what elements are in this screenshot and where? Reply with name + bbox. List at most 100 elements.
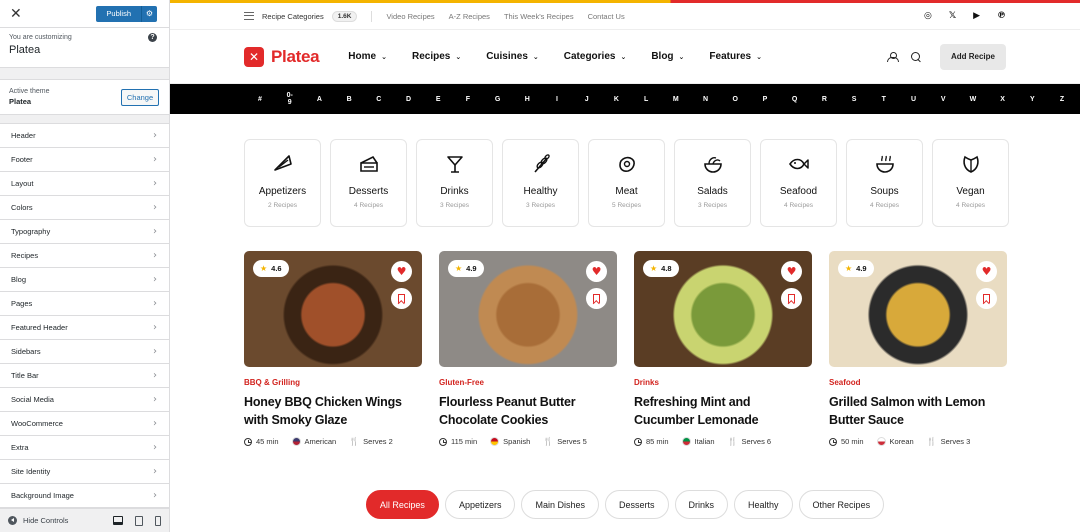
recipe-card[interactable]: ★ 4.9 ♥ Seafood Grilled Salmon with Lemon Bu… (829, 251, 1007, 446)
customizer-menu-item-header[interactable]: Header › (0, 124, 169, 148)
bookmark-button[interactable] (586, 288, 607, 309)
desktop-preview-icon[interactable] (113, 516, 123, 525)
nav-item-categories[interactable]: Categories ⌄ (564, 51, 627, 62)
customizer-menu-item-site-identity[interactable]: Site Identity › (0, 460, 169, 484)
customizer-menu-item-recipes[interactable]: Recipes › (0, 244, 169, 268)
category-card-soups[interactable]: Soups 4 Recipes (846, 139, 923, 227)
alphabet-link-r[interactable]: R (819, 96, 829, 103)
close-icon[interactable]: ✕ (10, 7, 22, 21)
recipe-category-tag[interactable]: BBQ & Grilling (244, 378, 422, 387)
nav-item-recipes[interactable]: Recipes ⌄ (412, 51, 461, 62)
instagram-icon[interactable]: ◎ (924, 11, 932, 21)
recipe-title[interactable]: Refreshing Mint and Cucumber Lemonade (634, 393, 812, 429)
filter-pill-drinks[interactable]: Drinks (674, 490, 729, 519)
recipe-title[interactable]: Grilled Salmon with Lemon Butter Sauce (829, 393, 1007, 429)
alphabet-link-i[interactable]: I (552, 96, 562, 103)
bookmark-button[interactable] (391, 288, 412, 309)
customizer-menu-item-featured-header[interactable]: Featured Header › (0, 316, 169, 340)
tablet-preview-icon[interactable] (135, 515, 143, 526)
alphabet-link-j[interactable]: J (582, 96, 592, 103)
alphabet-link-y[interactable]: Y (1027, 96, 1037, 103)
alphabet-link-x[interactable]: X (998, 96, 1008, 103)
logo-icon[interactable]: ✕ (244, 46, 264, 67)
search-icon[interactable] (911, 51, 921, 62)
customizer-menu-item-social-media[interactable]: Social Media › (0, 388, 169, 412)
heart-icon[interactable]: ♥ (391, 261, 412, 282)
customizer-menu-item-typography[interactable]: Typography › (0, 220, 169, 244)
logo-text[interactable]: Platea (271, 47, 320, 67)
customizer-menu-item-footer[interactable]: Footer › (0, 148, 169, 172)
nav-item-features[interactable]: Features ⌄ (709, 51, 762, 62)
alphabet-link-h[interactable]: H (522, 96, 532, 103)
filter-pill-desserts[interactable]: Desserts (605, 490, 669, 519)
recipe-title[interactable]: Flourless Peanut Butter Chocolate Cookie… (439, 393, 617, 429)
customizer-menu-item-title-bar[interactable]: Title Bar › (0, 364, 169, 388)
alphabet-link-a[interactable]: A (314, 96, 324, 103)
youtube-icon[interactable]: ▶ (973, 11, 980, 21)
category-card-healthy[interactable]: Healthy 3 Recipes (502, 139, 579, 227)
filter-pill-main-dishes[interactable]: Main Dishes (521, 490, 599, 519)
customizer-menu-item-sidebars[interactable]: Sidebars › (0, 340, 169, 364)
customizer-menu-item-colors[interactable]: Colors › (0, 196, 169, 220)
change-theme-button[interactable]: Change (121, 89, 159, 106)
filter-pill-other-recipes[interactable]: Other Recipes (798, 490, 885, 519)
user-icon[interactable] (887, 51, 899, 62)
category-card-vegan[interactable]: Vegan 4 Recipes (932, 139, 1009, 227)
nav-item-blog[interactable]: Blog ⌄ (651, 51, 684, 62)
recipe-card[interactable]: ★ 4.8 ♥ Drinks Refreshing Mint and Cucumber … (634, 251, 812, 446)
heart-icon[interactable]: ♥ (781, 261, 802, 282)
heart-icon[interactable]: ♥ (586, 261, 607, 282)
filter-pill-all-recipes[interactable]: All Recipes (365, 490, 439, 519)
recipe-category-tag[interactable]: Drinks (634, 378, 812, 387)
alphabet-link-t[interactable]: T (879, 96, 889, 103)
category-card-seafood[interactable]: Seafood 4 Recipes (760, 139, 837, 227)
category-card-drinks[interactable]: Drinks 3 Recipes (416, 139, 493, 227)
alphabet-link-v[interactable]: V (938, 96, 948, 103)
nav-item-cuisines[interactable]: Cuisines ⌄ (486, 51, 539, 62)
alphabet-link-k[interactable]: K (611, 96, 621, 103)
bookmark-button[interactable] (781, 288, 802, 309)
alphabet-link-0-9[interactable]: 0-9 (285, 92, 295, 106)
customizer-menu-item-layout[interactable]: Layout › (0, 172, 169, 196)
alphabet-link-o[interactable]: O (730, 96, 740, 103)
recipe-card[interactable]: ★ 4.6 ♥ BBQ & Grilling Honey BBQ Chicken Win… (244, 251, 422, 446)
recipe-image[interactable]: ★ 4.9 ♥ (829, 251, 1007, 367)
nav-item-home[interactable]: Home ⌄ (348, 51, 387, 62)
recipe-image[interactable]: ★ 4.9 ♥ (439, 251, 617, 367)
customizer-menu-item-blog[interactable]: Blog › (0, 268, 169, 292)
alphabet-link-p[interactable]: P (760, 96, 770, 103)
alphabet-link-u[interactable]: U (908, 96, 918, 103)
category-card-desserts[interactable]: Desserts 4 Recipes (330, 139, 407, 227)
recipe-image[interactable]: ★ 4.8 ♥ (634, 251, 812, 367)
alphabet-link-c[interactable]: C (374, 96, 384, 103)
recipe-title[interactable]: Honey BBQ Chicken Wings with Smoky Glaze (244, 393, 422, 429)
recipe-category-tag[interactable]: Seafood (829, 378, 1007, 387)
menu-icon[interactable] (244, 12, 254, 20)
recipe-card[interactable]: ★ 4.9 ♥ Gluten-Free Flourless Peanut Butter … (439, 251, 617, 446)
filter-pill-healthy[interactable]: Healthy (734, 490, 793, 519)
topbar-link-video-recipes[interactable]: Video Recipes (386, 12, 434, 21)
topbar-link-this-weeks-recipes[interactable]: This Week's Recipes (504, 12, 574, 21)
customizer-menu-item-pages[interactable]: Pages › (0, 292, 169, 316)
alphabet-link-d[interactable]: D (404, 96, 414, 103)
alphabet-link-[interactable]: # (255, 96, 265, 103)
customizer-menu-item-background-image[interactable]: Background Image › (0, 484, 169, 508)
topbar-link-az-recipes[interactable]: A-Z Recipes (449, 12, 490, 21)
alphabet-link-n[interactable]: N (701, 96, 711, 103)
category-card-meat[interactable]: Meat 5 Recipes (588, 139, 665, 227)
mobile-preview-icon[interactable] (155, 515, 161, 526)
recipe-category-tag[interactable]: Gluten-Free (439, 378, 617, 387)
customizer-menu-item-woocommerce[interactable]: WooCommerce › (0, 412, 169, 436)
gear-icon[interactable]: ⚙ (141, 5, 157, 22)
alphabet-link-m[interactable]: M (671, 96, 681, 103)
alphabet-link-g[interactable]: G (493, 96, 503, 103)
alphabet-link-l[interactable]: L (641, 96, 651, 103)
alphabet-link-w[interactable]: W (968, 96, 978, 103)
alphabet-link-z[interactable]: Z (1057, 96, 1067, 103)
alphabet-link-s[interactable]: S (849, 96, 859, 103)
alphabet-link-e[interactable]: E (433, 96, 443, 103)
category-card-appetizers[interactable]: Appetizers 2 Recipes (244, 139, 321, 227)
filter-pill-appetizers[interactable]: Appetizers (444, 490, 516, 519)
bookmark-button[interactable] (976, 288, 997, 309)
pinterest-icon[interactable]: ℗ (997, 11, 1006, 21)
